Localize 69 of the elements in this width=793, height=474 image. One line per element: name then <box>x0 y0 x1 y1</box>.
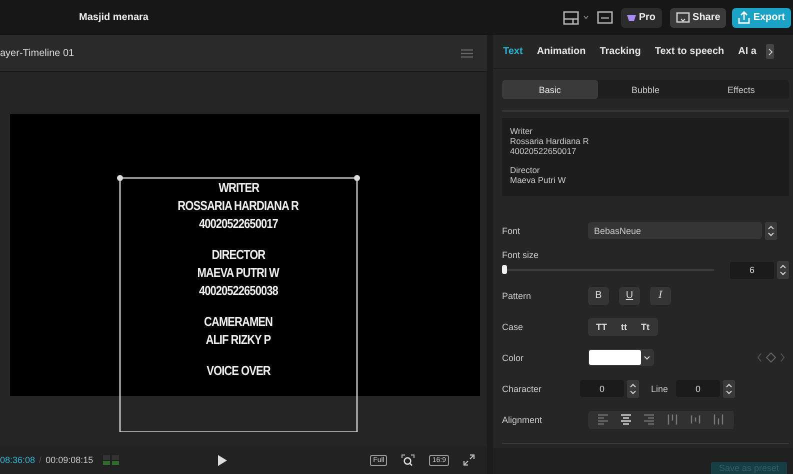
layout-icon[interactable] <box>562 10 579 24</box>
line-spacing-field[interactable]: 0 <box>676 380 720 397</box>
font-size-label: Font size <box>502 250 540 260</box>
credit-text: DIRECTOR <box>212 246 266 264</box>
underline-button[interactable]: U <box>619 286 640 304</box>
subtab[interactable]: Effects <box>693 80 790 99</box>
tab[interactable]: Text to speech <box>650 46 734 57</box>
character-label: Character <box>502 384 543 394</box>
time-separator: / <box>39 455 42 465</box>
gem-icon <box>626 14 636 22</box>
credit-text: CAMERAMEN <box>204 313 273 331</box>
selection-box[interactable] <box>117 175 360 432</box>
font-dropdown[interactable]: BebasNeue <box>588 222 762 239</box>
case-label: Case <box>502 322 524 332</box>
slider-thumb[interactable] <box>502 265 507 274</box>
case-selector[interactable]: TT tt Tt <box>588 318 658 336</box>
tab[interactable]: Tracking <box>596 46 651 57</box>
share-icon <box>676 12 690 24</box>
menu-icon[interactable] <box>461 48 473 58</box>
credit-text: ALIF RIZKY P <box>206 331 271 349</box>
credit-text: WRITER <box>218 179 259 197</box>
character-spacing-field[interactable]: 0 <box>580 380 624 397</box>
fullscreen-icon[interactable] <box>463 454 475 466</box>
line-label: Line <box>651 384 668 394</box>
subtab[interactable]: Bubble <box>598 80 694 99</box>
text-align-right-icon[interactable] <box>644 414 655 425</box>
upload-icon <box>738 11 750 24</box>
text-align-center-icon[interactable] <box>621 414 632 425</box>
pattern-label: Pattern <box>502 290 532 300</box>
caret-icon[interactable] <box>582 15 589 20</box>
play-icon[interactable] <box>218 454 228 466</box>
tab[interactable]: Animation <box>532 46 596 57</box>
vertical-align-top-icon[interactable] <box>667 414 678 425</box>
bold-button[interactable]: B <box>588 286 609 304</box>
vertical-align-middle-icon[interactable] <box>690 414 701 425</box>
vertical-align-bottom-icon[interactable] <box>713 414 724 425</box>
alignment-label: Alignment <box>502 414 544 424</box>
color-label: Color <box>502 352 525 362</box>
credit-text: MAEVA PUTRI W <box>198 264 280 282</box>
stepper-icon[interactable] <box>765 222 777 240</box>
audio-meter-icon <box>103 455 120 465</box>
credit-text: 40020522650017 <box>199 215 278 233</box>
player-title: ayer-Timeline 01 <box>0 48 74 58</box>
text-align-left-icon[interactable] <box>598 414 609 425</box>
color-picker[interactable] <box>588 349 654 366</box>
chevron-right-icon <box>768 48 773 56</box>
caret-icon <box>643 354 651 360</box>
font-size-field[interactable]: 6 <box>730 262 774 278</box>
stepper-icon[interactable] <box>627 380 639 398</box>
stepper-icon[interactable] <box>777 261 789 279</box>
project-title: Masjid menara <box>79 12 148 23</box>
subtab[interactable]: Basic <box>502 80 598 99</box>
total-time: 00:09:08:15 <box>46 455 94 465</box>
share-button[interactable]: Share <box>670 8 726 28</box>
zoom-icon[interactable] <box>401 454 416 466</box>
current-time: 08:36:08 <box>0 455 36 465</box>
italic-button[interactable]: I <box>650 286 671 304</box>
tab[interactable]: AI a <box>734 46 766 57</box>
text-input[interactable]: Writer Rossaria Hardiana R 40020522650017 Director Maeva Putri W <box>502 118 789 196</box>
subtitle-icon[interactable] <box>596 11 613 24</box>
font-label: Font <box>502 226 522 236</box>
keyframe-icon[interactable] <box>757 352 785 363</box>
stepper-icon[interactable] <box>723 380 736 398</box>
credit-text: VOICE OVER <box>206 362 270 380</box>
tab[interactable]: Text <box>499 46 533 57</box>
pro-button[interactable]: Pro <box>620 8 662 28</box>
scroll-right-button[interactable] <box>766 44 774 59</box>
credit-text: ROSSARIA HARDIANA R <box>178 197 299 215</box>
credit-text: 40020522650038 <box>199 282 278 300</box>
